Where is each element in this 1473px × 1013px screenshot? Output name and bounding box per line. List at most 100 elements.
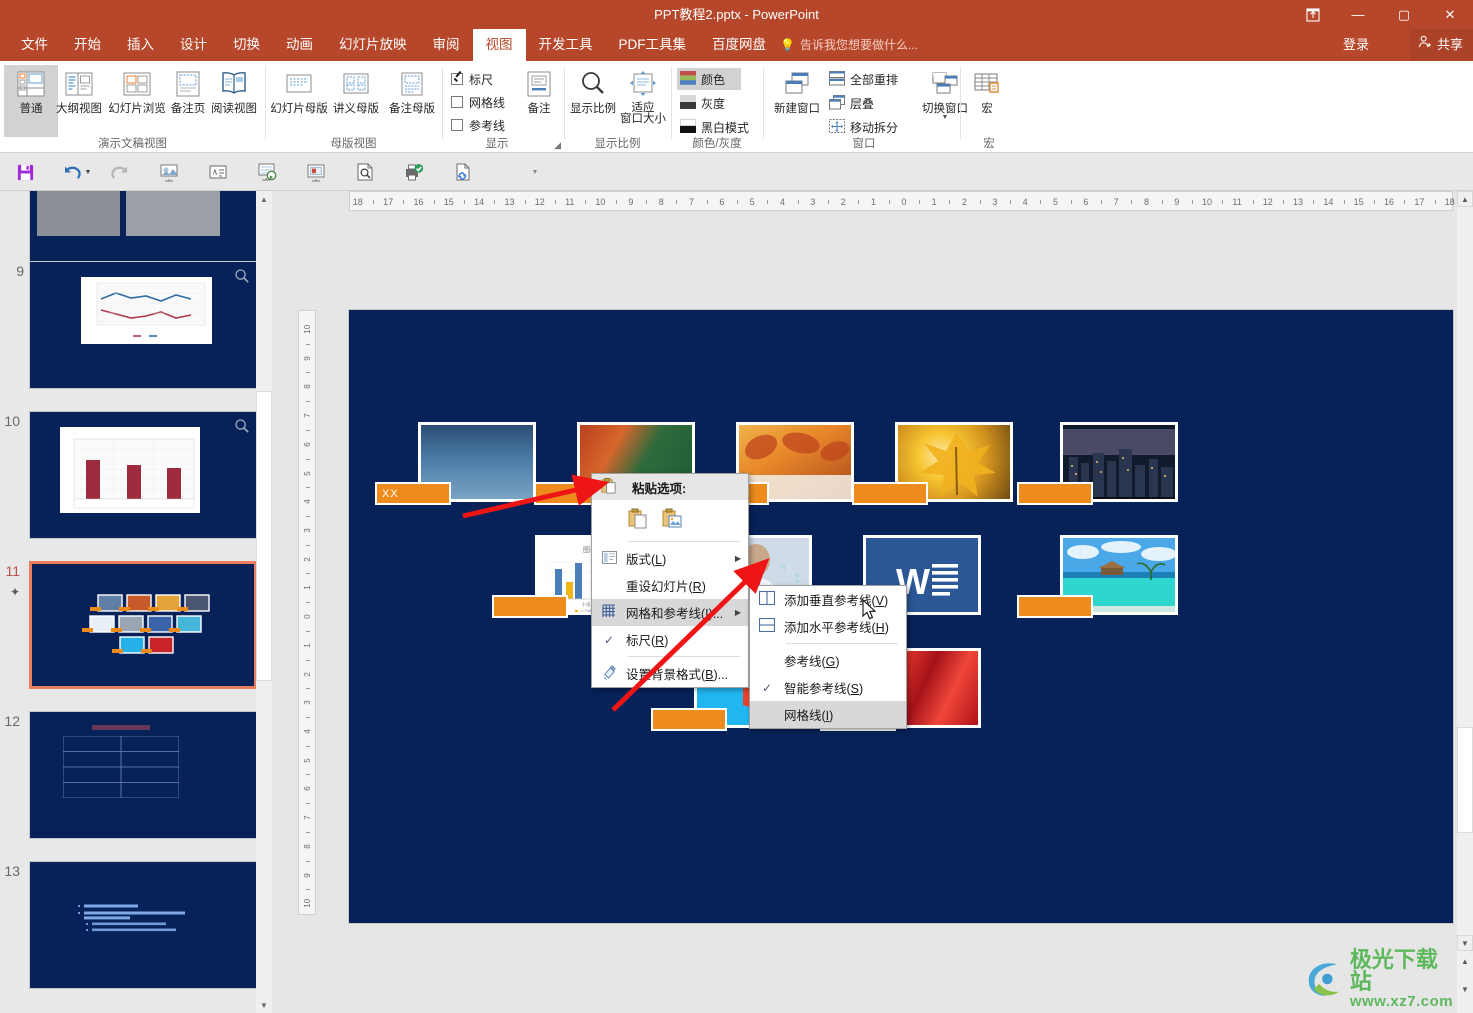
magnifier-icon[interactable] (234, 268, 250, 284)
tab-animations[interactable]: 动画 (273, 29, 326, 61)
minimize-button[interactable]: — (1335, 0, 1381, 29)
close-button[interactable]: ✕ (1427, 0, 1473, 29)
zoom-button[interactable]: 显示比例 (569, 65, 617, 137)
context-menu-item-ruler[interactable]: ✓ 标尺(R) (592, 626, 748, 653)
slide-sorter-icon (121, 68, 153, 100)
thumbnail-scrollbar[interactable]: ▲ ▼ (256, 191, 272, 1013)
tell-me-search[interactable]: 💡 告诉我您想要做什么... (780, 29, 918, 61)
context-submenu-grid-and-guides[interactable]: 添加垂直参考线(V) 添加水平参考线(H) 参考线(G) ✓ 智能参考线(S) (749, 585, 907, 729)
view-reading-button[interactable]: 阅读视图 (210, 65, 258, 137)
context-menu-header: 粘贴选项: (592, 474, 748, 500)
tell-me-placeholder: 告诉我您想要做什么... (799, 38, 918, 52)
new-slide-icon[interactable] (302, 158, 330, 186)
notes-master-button[interactable]: 备注母版 (384, 65, 440, 137)
notes-button[interactable]: 备注 (517, 65, 561, 137)
slide-tag-1[interactable]: XX (375, 482, 451, 505)
editor-vertical-scrollbar[interactable]: ▲ ▼ ▲ ▼ (1457, 191, 1473, 1013)
submenu-item-add-horizontal-guide[interactable]: 添加水平参考线(H) (750, 613, 906, 640)
slide-tag-4[interactable] (852, 482, 928, 505)
tab-design[interactable]: 设计 (167, 29, 220, 61)
slide-canvas[interactable]: XX 小张 π ∑ W 粘贴选项: 版式(L) ▶ 重设幻灯片(R) 网格和参考… (349, 310, 1453, 923)
slide-tag-6[interactable] (492, 595, 568, 618)
show-dialog-launcher[interactable]: ◢ (554, 140, 561, 151)
macro-button[interactable]: 宏 (963, 65, 1011, 137)
submenu-item-guides[interactable]: 参考线(G) (750, 647, 906, 674)
scrollbar-thumb[interactable] (1457, 727, 1473, 833)
submenu-item-add-vertical-guide[interactable]: 添加垂直参考线(V) (750, 586, 906, 613)
print-preview-icon[interactable] (351, 158, 379, 186)
view-slide-sorter-button[interactable]: 幻灯片浏览 (108, 65, 166, 137)
slide-tag-9[interactable] (1017, 595, 1093, 618)
view-outline-button[interactable]: 大纲视图 (50, 65, 108, 137)
handout-master-button[interactable]: 讲义母版 (328, 65, 384, 137)
tab-slideshow[interactable]: 幻灯片放映 (326, 29, 420, 61)
checkbox-gridlines-label: 网格线 (469, 95, 506, 110)
tab-file[interactable]: 文件 (8, 29, 61, 61)
hyperlink-icon[interactable] (449, 158, 477, 186)
context-menu-item-grid-and-guides[interactable]: 网格和参考线(I)... ▶ (592, 599, 748, 626)
paste-options-icon (600, 477, 617, 497)
grayscale-button[interactable]: 灰度 (677, 92, 741, 114)
horizontal-ruler[interactable]: 18 17 16 15 14 13 12 11 10 9 8 7 6 5 4 3 2 1 0 1 2 3 4 5 6 7 8 9 10 1… (349, 191, 1455, 211)
tab-review[interactable]: 审阅 (420, 29, 473, 61)
context-menu-item-reset-slide[interactable]: 重设幻灯片(R) (592, 572, 748, 599)
tab-transitions[interactable]: 切换 (220, 29, 273, 61)
maximize-button[interactable]: ▢ (1381, 0, 1427, 29)
paste-picture-icon[interactable] (660, 506, 686, 532)
magnifier-icon[interactable] (234, 418, 250, 434)
undo-dropdown-icon[interactable]: ▼ (82, 158, 94, 186)
new-window-button[interactable]: 新建窗口 (768, 65, 826, 137)
fit-to-window-button[interactable]: 适应 窗口大小 (617, 65, 669, 137)
view-notes-page-button[interactable]: 备注页 (166, 65, 210, 137)
share-button[interactable]: 共享 (1409, 29, 1473, 61)
ruler-tick-label: 1 (303, 642, 312, 648)
scroll-up-icon[interactable]: ▲ (1457, 191, 1473, 207)
scroll-down-icon[interactable]: ▼ (1457, 935, 1473, 951)
checkbox-gridlines[interactable]: 网格线 (451, 92, 505, 112)
checkbox-ruler[interactable]: 标尺 (451, 69, 493, 89)
text-box-icon[interactable]: A (204, 158, 232, 186)
save-icon[interactable] (11, 158, 39, 186)
checkbox-guides[interactable]: 参考线 (451, 115, 505, 135)
ribbon-display-options-icon[interactable] (1291, 0, 1335, 29)
submenu-item-gridlines[interactable]: 网格线(I) (750, 701, 906, 728)
ruler-tick (1070, 200, 1072, 204)
next-slide-icon[interactable]: ▼ (1457, 981, 1473, 997)
submenu-item-smart-guides[interactable]: ✓ 智能参考线(S) (750, 674, 906, 701)
tab-insert[interactable]: 插入 (114, 29, 167, 61)
tab-home[interactable]: 开始 (61, 29, 114, 61)
tab-developer[interactable]: 开发工具 (526, 29, 606, 61)
previous-slide-icon[interactable]: ▲ (1457, 953, 1473, 969)
customize-qat-icon[interactable]: ▼ (528, 158, 542, 186)
scroll-down-icon[interactable]: ▼ (256, 997, 272, 1013)
redo-icon[interactable] (106, 158, 134, 186)
tab-view[interactable]: 视图 (472, 29, 526, 61)
submenu-item-smart-guides-label: 智能参考线(S) (784, 682, 864, 696)
context-menu[interactable]: 粘贴选项: 版式(L) ▶ 重设幻灯片(R) 网格和参考线(I)... ▶ ✓ … (591, 473, 749, 688)
present-online-icon[interactable] (253, 158, 281, 186)
cascade-button[interactable]: 层叠 (826, 92, 910, 114)
ruler-tick-label: 12 (534, 197, 545, 207)
scroll-up-icon[interactable]: ▲ (256, 191, 272, 207)
color-button[interactable]: 颜色 (677, 68, 741, 90)
arrange-all-button[interactable]: 全部重排 (826, 68, 910, 90)
slide-master-button[interactable]: 幻灯片母版 (270, 65, 328, 137)
ruler-tick-label: 4 (780, 197, 786, 207)
start-from-beginning-icon[interactable] (155, 158, 183, 186)
slide-tag-10[interactable] (651, 708, 727, 731)
vertical-ruler[interactable]: 10 9 8 7 6 5 4 3 2 1 0 1 2 3 4 5 6 7 8 9 10 (298, 310, 316, 915)
context-menu-item-layout[interactable]: 版式(L) ▶ (592, 545, 748, 572)
paste-keep-source-formatting-icon[interactable] (626, 506, 652, 532)
svg-text:A: A (212, 169, 217, 177)
sign-in-button[interactable]: 登录 (1335, 29, 1377, 61)
layout-icon (592, 550, 626, 567)
slide-thumbnail-pane: 9 10 11 ✦ 12 13 ▲ ▼ (0, 191, 272, 1013)
slide-tag-5[interactable] (1017, 482, 1093, 505)
tab-pdf-tools[interactable]: PDF工具集 (606, 29, 700, 61)
spellcheck-icon[interactable] (400, 158, 428, 186)
context-menu-item-format-background[interactable]: 设置背景格式(B)... (592, 660, 748, 687)
svg-text:π: π (781, 562, 786, 572)
tab-baidu-netdisk[interactable]: 百度网盘 (699, 29, 779, 61)
ruler-tick (1374, 200, 1376, 204)
scrollbar-thumb[interactable] (256, 391, 272, 681)
